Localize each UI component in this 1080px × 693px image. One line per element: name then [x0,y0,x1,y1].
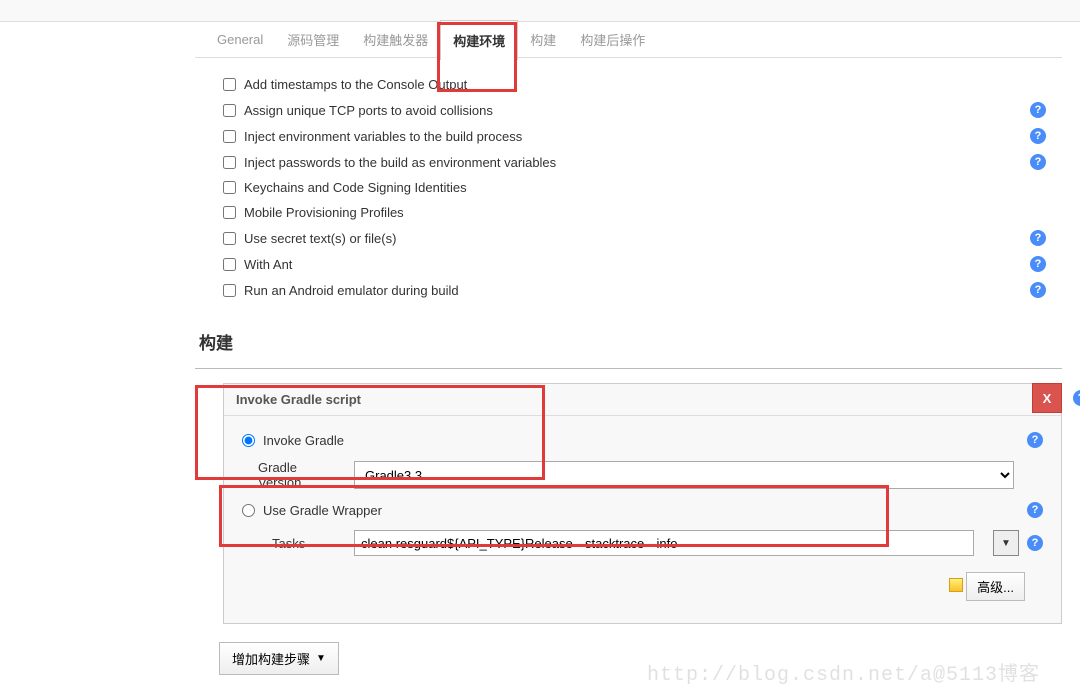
select-gradle-version[interactable]: Gradle3.3 [354,461,1014,489]
address-bar-stub [0,0,1080,22]
input-tasks[interactable] [354,530,974,556]
gradle-step-block: Invoke Gradle script X ? Invoke Gradle ?… [223,383,1062,624]
config-tabs: General 源码管理 构建触发器 构建环境 构建 构建后操作 [195,22,1062,58]
checkbox-inject-env[interactable] [223,130,236,143]
watermark: http://blog.csdn.net/a@5113博客 [647,657,1040,687]
help-icon[interactable]: ? [1030,230,1046,246]
tab-post-build[interactable]: 构建后操作 [568,20,657,59]
checkbox-keychains[interactable] [223,181,236,194]
help-icon[interactable]: ? [1027,432,1043,448]
checkbox-timestamps[interactable] [223,78,236,91]
radio-invoke-gradle[interactable] [242,434,255,447]
expand-tasks-button[interactable]: ▼ [993,530,1019,556]
checkbox-mobile[interactable] [223,206,236,219]
help-icon[interactable]: ? [1030,282,1046,298]
left-sidebar-gap [0,22,195,693]
build-env-options: Add timestamps to the Console Output Ass… [195,58,1062,309]
help-icon[interactable]: ? [1073,390,1080,406]
label-invoke-gradle: Invoke Gradle [263,433,1019,448]
gradle-header: Invoke Gradle script X ? [224,384,1061,416]
label-gradle-version: Gradle Version [242,460,342,490]
label-with-ant: With Ant [244,257,1030,272]
checkbox-tcp[interactable] [223,104,236,117]
checkbox-inject-pwd[interactable] [223,156,236,169]
tab-build-env[interactable]: 构建环境 [440,20,518,60]
radio-use-wrapper[interactable] [242,504,255,517]
tab-scm[interactable]: 源码管理 [275,20,351,59]
checkbox-secret[interactable] [223,232,236,245]
advanced-button[interactable]: 高级... [966,572,1025,601]
label-mobile: Mobile Provisioning Profiles [244,205,1050,220]
tab-general[interactable]: General [205,22,275,57]
section-title-build: 构建 [195,315,1062,369]
tab-build[interactable]: 构建 [518,20,568,59]
label-secret: Use secret text(s) or file(s) [244,231,1030,246]
label-inject-env: Inject environment variables to the buil… [244,129,1030,144]
close-icon[interactable]: X [1032,383,1062,413]
config-panel: General 源码管理 构建触发器 构建环境 构建 构建后操作 Add tim… [195,22,1080,693]
checkbox-android-emu[interactable] [223,284,236,297]
label-use-wrapper: Use Gradle Wrapper [263,503,1019,518]
label-tasks: Tasks [242,536,342,551]
help-icon[interactable]: ? [1030,102,1046,118]
label-timestamps: Add timestamps to the Console Output [244,77,1050,92]
chevron-down-icon: ▼ [316,653,326,664]
checkbox-with-ant[interactable] [223,258,236,271]
tab-triggers[interactable]: 构建触发器 [351,20,440,59]
add-build-step-button[interactable]: 增加构建步骤 ▼ [219,642,339,675]
help-icon[interactable]: ? [1030,256,1046,272]
help-icon[interactable]: ? [1027,502,1043,518]
label-tcp: Assign unique TCP ports to avoid collisi… [244,103,1030,118]
help-icon[interactable]: ? [1027,535,1043,551]
help-icon[interactable]: ? [1030,128,1046,144]
gradle-title: Invoke Gradle script [236,392,361,407]
note-icon [949,578,963,592]
label-inject-pwd: Inject passwords to the build as environ… [244,155,1030,170]
chevron-down-icon: ▼ [1001,538,1011,549]
label-keychains: Keychains and Code Signing Identities [244,180,1050,195]
label-android-emu: Run an Android emulator during build [244,283,1030,298]
help-icon[interactable]: ? [1030,154,1046,170]
